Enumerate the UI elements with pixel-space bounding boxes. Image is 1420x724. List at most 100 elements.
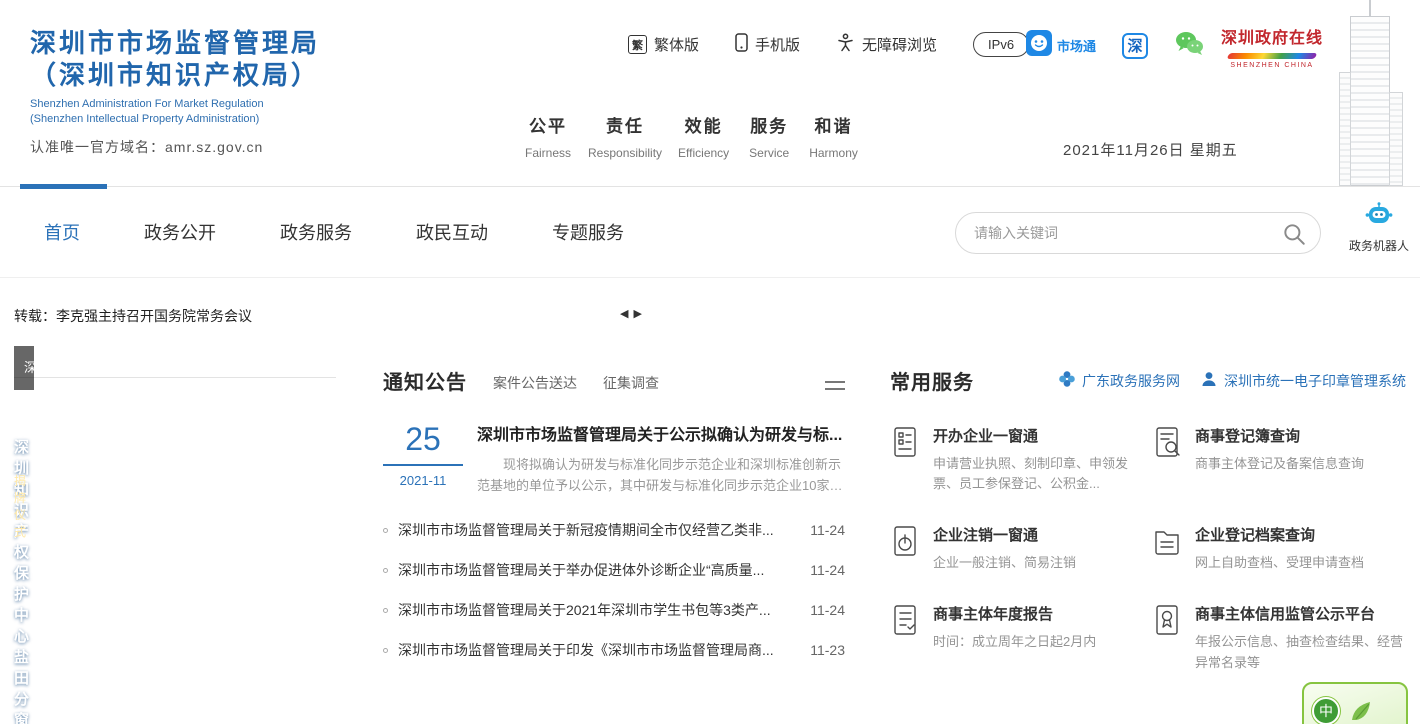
ticker-headline-link[interactable]: 李克强主持召开国务院常务会议 [56,308,252,324]
featured-summary: 现将拟确认为研发与标准化同步示范企业和深圳标准创新示范基地的单位予以公示，其中研… [477,454,845,496]
services-header: 常用服务 广东政务服务网 深圳市统一电子印章管理系统 [890,366,1406,395]
tab-surveys[interactable]: 征集调查 [603,373,659,393]
bullet-icon [383,608,388,613]
nav-item-gov-disclosure[interactable]: 政务公开 [144,219,216,245]
ticker-next-icon[interactable]: ▶ [633,307,641,320]
nav-item-gov-services[interactable]: 政务服务 [280,219,352,245]
notices-section: 通知公告 案件公告送达 征集调查 25 2021-11 深圳市市场监督管理局关于… [383,366,845,670]
notice-row[interactable]: 深圳市市场监督管理局关于印发《深圳市市场监督管理局商... 11-23 [383,630,845,670]
featured-month: 2021-11 [383,473,463,488]
archive-search-icon [1152,524,1182,558]
robot-icon [1364,216,1394,233]
value-cn: 责任 [588,112,662,137]
services-external-links: 广东政务服务网 深圳市统一电子印章管理系统 [1058,370,1406,391]
org-name-line2: （深圳市知识产权局） [30,60,320,92]
leaf-icon [1348,698,1378,724]
service-body: 企业登记档案查询 网上自助查档、受理申请查档 [1195,524,1364,573]
nav-item-special-services[interactable]: 专题服务 [552,219,624,245]
building-illustration [1320,0,1420,186]
notice-title: 深圳市市场监督管理局关于2021年深圳市学生书包等3类产... [398,600,810,620]
notice-row[interactable]: 深圳市市场监督管理局关于2021年深圳市学生书包等3类产... 11-24 [383,590,845,630]
building-tower [1350,16,1390,186]
service-item-archive-search[interactable]: 企业登记档案查询 网上自助查档、受理申请查档 [1152,524,1406,573]
service-desc: 网上自助查档、受理申请查档 [1195,553,1364,573]
search-input[interactable] [974,225,1274,241]
featured-title: 深圳市市场监督管理局关于公示拟确认为研发与标... [477,421,845,445]
tab-case-announcements[interactable]: 案件公告送达 [493,373,577,393]
nav-items: 首页 政务公开 政务服务 政民互动 专题服务 [44,187,624,277]
notice-row[interactable]: 深圳市市场监督管理局关于新冠疫情期间全市仅经营乙类非... 11-24 [383,510,845,550]
service-item-annual-report[interactable]: 商事主体年度报告 时间：成立周年之日起2月内 [890,603,1152,672]
bullet-icon [383,528,388,533]
value-fairness: 公平 Fairness [524,112,572,160]
e-seal-system-link[interactable]: 深圳市统一电子印章管理系统 [1200,370,1406,391]
traditional-chinese-link[interactable]: 繁 繁体版 [628,34,699,55]
building-side-left [1339,72,1351,186]
featured-notice[interactable]: 25 2021-11 深圳市市场监督管理局关于公示拟确认为研发与标... 现将拟… [383,421,845,496]
service-title: 企业登记档案查询 [1195,524,1364,545]
wechat-icon[interactable] [1174,30,1204,61]
registry-search-icon [1152,425,1182,459]
gov-logo-en: SHENZHEN CHINA [1212,62,1332,69]
featured-date-box: 25 2021-11 [383,421,463,496]
featured-day: 25 [383,421,463,466]
shen-i-app-icon[interactable]: 深 [1122,33,1148,59]
gov-robot-button[interactable]: 政务机器人 [1346,202,1412,254]
value-en: Responsibility [588,146,662,160]
value-service: 服务 Service [745,112,793,160]
accessibility-icon [836,33,855,56]
value-en: Efficiency [678,146,729,160]
company-open-icon [890,425,920,459]
gov-logo-cn: 深圳政府在线 [1212,24,1332,48]
value-en: Harmony [809,146,858,160]
header-app-icons: 市场通 深 [1026,30,1204,61]
service-desc: 时间：成立周年之日起2月内 [933,632,1096,652]
site-logo[interactable]: 深圳市市场监督管理局 （深圳市知识产权局） Shenzhen Administr… [30,28,320,157]
ticker-prev-icon[interactable]: ◀ [620,307,628,320]
market-app-icon [1026,30,1052,61]
traditional-chinese-label: 繁体版 [654,34,699,55]
nav-item-home[interactable]: 首页 [44,219,80,245]
notice-date: 11-24 [810,602,845,618]
shenzhen-gov-online-logo[interactable]: 深圳政府在线 SHENZHEN CHINA [1212,24,1332,69]
value-cn: 和谐 [809,112,858,137]
nav-item-public-interaction[interactable]: 政民互动 [416,219,488,245]
value-cn: 公平 [524,112,572,137]
service-title: 开办企业一窗通 [933,425,1141,446]
service-body: 商事主体年度报告 时间：成立周年之日起2月内 [933,603,1096,672]
accessibility-link[interactable]: 无障碍浏览 [836,33,937,56]
service-body: 商事主体信用监管公示平台 年报公示信息、抽查检查结果、经营异常名录等 [1195,603,1403,672]
current-date: 2021年11月26日 星期五 [1063,139,1238,160]
notice-row[interactable]: 深圳市市场监督管理局关于举办促进体外诊断企业“高质量... 11-24 [383,550,845,590]
service-item-company-open[interactable]: 开办企业一窗通 申请营业执照、刻制印章、申领发票、员工参保登记、公积金... [890,425,1152,494]
mobile-version-link[interactable]: 手机版 [735,33,800,56]
guangdong-flower-icon [1058,370,1076,391]
search-icon[interactable] [1281,221,1307,247]
e-seal-link-label: 深圳市统一电子印章管理系统 [1224,371,1406,391]
notices-tabs: 案件公告送达 征集调查 [493,373,659,395]
annual-report-icon [890,603,920,637]
guangdong-gov-service-link[interactable]: 广东政务服务网 [1058,370,1180,391]
service-desc: 商事主体登记及备案信息查询 [1195,454,1364,474]
divider [14,377,336,378]
building-side-right [1389,92,1403,186]
deregistration-icon [890,524,920,558]
service-item-registry-search[interactable]: 商事登记簿查询 商事主体登记及备案信息查询 [1152,425,1406,494]
service-title: 企业注销一窗通 [933,524,1076,545]
ticker-prefix: 转载： [14,308,56,324]
featured-body: 深圳市市场监督管理局关于公示拟确认为研发与标... 现将拟确认为研发与标准化同步… [477,421,845,496]
services-section: 常用服务 广东政务服务网 深圳市统一电子印章管理系统 [890,366,1406,673]
floating-widget[interactable]: 中 [1302,682,1408,724]
news-ticker: 转载：李克强主持召开国务院常务会议 ◀ ▶ [14,306,1406,326]
value-harmony: 和谐 Harmony [809,112,858,160]
service-title: 商事登记簿查询 [1195,425,1364,446]
core-values: 公平 Fairness 责任 Responsibility 效能 Efficie… [524,112,858,160]
service-item-credit-platform[interactable]: 商事主体信用监管公示平台 年报公示信息、抽查检查结果、经营异常名录等 [1152,603,1406,672]
notice-date: 11-23 [810,642,845,658]
service-body: 商事登记簿查询 商事主体登记及备案信息查询 [1195,425,1364,494]
notice-list: 深圳市市场监督管理局关于新冠疫情期间全市仅经营乙类非... 11-24 深圳市市… [383,510,845,670]
notices-more-icon[interactable] [825,376,845,395]
market-app-link[interactable]: 市场通 [1026,30,1096,61]
ipv6-badge[interactable]: IPv6 [973,32,1029,57]
service-item-deregistration[interactable]: 企业注销一窗通 企业一般注销、简易注销 [890,524,1152,573]
